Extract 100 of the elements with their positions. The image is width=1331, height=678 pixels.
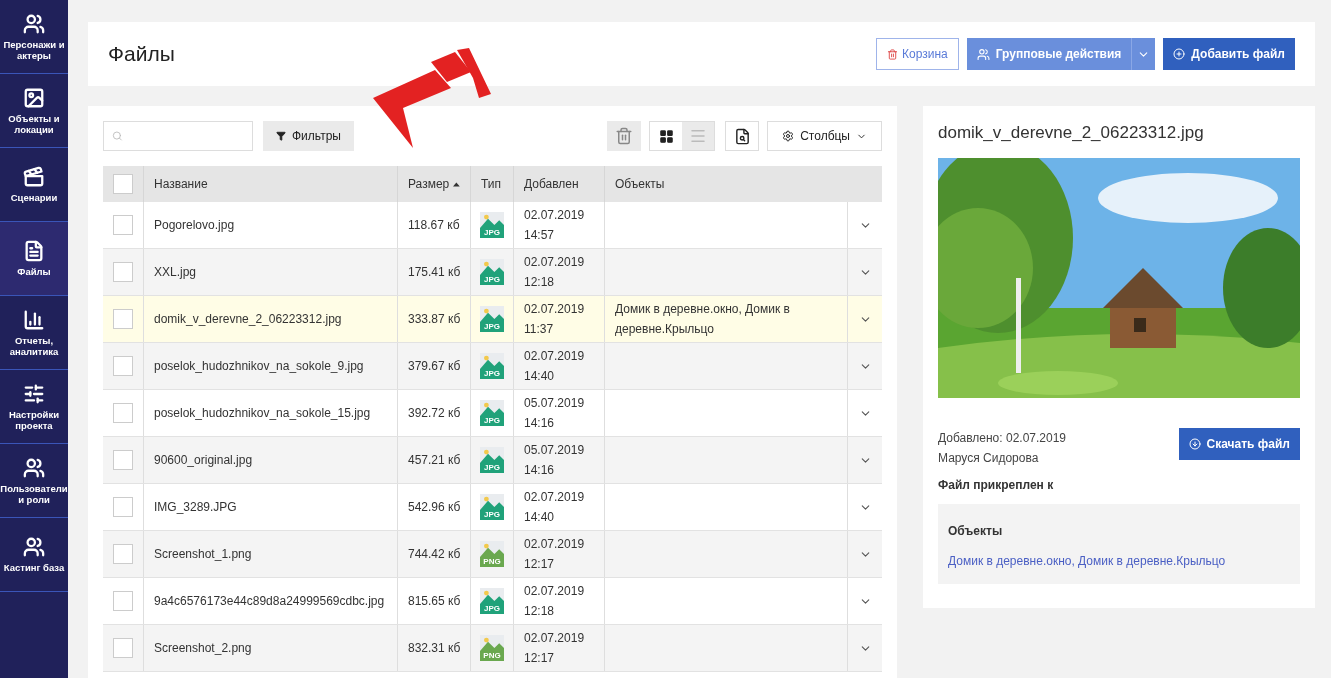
- users-icon: [976, 47, 990, 61]
- table-row[interactable]: Pogorelovo.jpg 118.67 кб JPG 02.07.2019 14:57: [103, 202, 882, 249]
- date-text: 02.07.2019: [524, 583, 586, 600]
- objects-heading: Объекты: [948, 522, 1004, 540]
- time-text: 12:18: [524, 274, 556, 291]
- filter-button[interactable]: Фильтры: [263, 121, 354, 151]
- add-file-button[interactable]: Добавить файл: [1163, 38, 1295, 70]
- sidebar-label: Кастинг база: [3, 562, 65, 573]
- date-text: 02.07.2019: [524, 630, 586, 647]
- image-file-icon: JPG: [480, 400, 504, 426]
- column-header[interactable]: Добавлен: [524, 175, 579, 193]
- file-size: 118.67 кб: [408, 217, 460, 234]
- table-row[interactable]: poselok_hudozhnikov_na_sokole_15.jpg 392.72 кб JPG 05.07.2019 14:16: [103, 390, 882, 437]
- sidebar-label: Объекты и локации: [7, 112, 61, 135]
- author-name: Маруся Сидорова: [938, 449, 1040, 467]
- table-row[interactable]: Screenshot_1.png 744.42 кб PNG 02.07.2019 12:17: [103, 531, 882, 578]
- time-text: 14:40: [524, 368, 556, 385]
- checkbox[interactable]: [113, 356, 133, 376]
- image-icon: [23, 86, 45, 109]
- columns-button[interactable]: Столбцы: [767, 121, 882, 151]
- image-file-icon: JPG: [480, 447, 504, 473]
- checkbox[interactable]: [113, 174, 133, 194]
- time-text: 14:16: [524, 415, 556, 432]
- image-file-icon: PNG: [480, 635, 504, 661]
- search-field[interactable]: [103, 121, 253, 151]
- column-header[interactable]: Размер: [408, 175, 450, 193]
- document-search-icon: [733, 127, 751, 145]
- sidebar-label: Файлы: [17, 266, 51, 277]
- attached-heading: Файл прикреплен к: [938, 476, 1055, 494]
- file-name: XXL.jpg: [154, 264, 197, 281]
- file-name: Screenshot_1.png: [154, 546, 252, 563]
- trash-icon: [887, 48, 898, 60]
- file-size: 832.31 кб: [408, 640, 461, 657]
- sidebar-item[interactable]: Отчеты, аналитика: [0, 296, 68, 370]
- table-row[interactable]: Screenshot_2.png 832.31 кб PNG 02.07.2019 12:17: [103, 625, 882, 672]
- image-file-icon: JPG: [480, 212, 504, 238]
- sidebar-label: Отчеты, аналитика: [8, 334, 60, 357]
- file-size: 542.96 кб: [408, 499, 461, 516]
- file-size: 175.41 кб: [408, 264, 461, 281]
- bar-chart-icon: [23, 308, 45, 331]
- trash-button[interactable]: Корзина: [876, 38, 959, 70]
- time-text: 14:16: [524, 462, 556, 479]
- download-button[interactable]: Скачать файл: [1178, 427, 1300, 460]
- checkbox[interactable]: [113, 544, 133, 564]
- date-text: 02.07.2019: [524, 301, 586, 318]
- column-header[interactable]: Тип: [481, 175, 501, 193]
- file-size: 457.21 кб: [408, 452, 461, 469]
- preview-toggle-button[interactable]: [725, 121, 760, 151]
- checkbox[interactable]: [113, 403, 133, 423]
- file-name: poselok_hudozhnikov_na_sokole_15.jpg: [154, 405, 371, 422]
- file-size: 333.87 кб: [408, 311, 461, 328]
- sidebar-item[interactable]: Настройки проекта: [0, 370, 68, 444]
- file-name: 90600_original.jpg: [154, 452, 253, 469]
- file-size: 392.72 кб: [408, 405, 461, 422]
- column-header[interactable]: Название: [154, 175, 208, 193]
- checkbox[interactable]: [113, 262, 133, 282]
- checkbox[interactable]: [113, 591, 133, 611]
- image-file-icon: PNG: [480, 541, 504, 567]
- document-icon: [23, 240, 45, 262]
- filter-icon: [276, 131, 286, 141]
- checkbox[interactable]: [113, 309, 133, 329]
- file-name: IMG_3289.JPG: [154, 499, 237, 516]
- table-row[interactable]: 90600_original.jpg 457.21 кб JPG 05.07.2019 14:16: [103, 437, 882, 484]
- file-size: 815.65 кб: [408, 593, 461, 610]
- sidebar-item[interactable]: Объекты и локации: [0, 74, 68, 148]
- date-text: 02.07.2019: [524, 489, 586, 506]
- date-text: 02.07.2019: [524, 207, 586, 224]
- table-row[interactable]: domik_v_derevne_2_06223312.jpg 333.87 кб JPG 02.07.2019 11:37 Домик в деревне.окно, Домик в деревне.Крыльцо: [103, 296, 882, 343]
- date-text: 02.07.2019: [524, 536, 586, 553]
- sidebar-item[interactable]: Кастинг база: [0, 518, 68, 592]
- preview-title: domik_v_derevne_2_06223312.jpg: [938, 122, 1205, 144]
- sidebar-item[interactable]: Файлы: [0, 222, 68, 296]
- objects-text: Домик в деревне.окно, Домик в деревне.Крыльцо: [615, 301, 791, 338]
- sidebar-item[interactable]: Персонажи и актеры: [0, 0, 68, 74]
- checkbox[interactable]: [113, 638, 133, 658]
- download-icon: [1188, 437, 1201, 450]
- table-row[interactable]: poselok_hudozhnikov_na_sokole_9.jpg 379.67 кб JPG 02.07.2019 14:40: [103, 343, 882, 390]
- sidebar-item[interactable]: Пользователи и роли: [0, 444, 68, 518]
- table-row[interactable]: 9a4c6576173e44c89d8a24999569cdbc.jpg 815.65 кб JPG 02.07.2019 12:18: [103, 578, 882, 625]
- file-name: poselok_hudozhnikov_na_sokole_9.jpg: [154, 358, 364, 375]
- time-text: 14:57: [524, 227, 556, 244]
- trash-icon: [615, 127, 634, 145]
- date-text: 05.07.2019: [524, 442, 586, 459]
- file-size: 744.42 кб: [408, 546, 461, 563]
- settings-icon: [782, 130, 795, 142]
- objects-link[interactable]: Домик в деревне.окно, Домик в деревне.Крыльцо: [948, 551, 1290, 570]
- delete-button[interactable]: [607, 121, 642, 151]
- time-text: 11:37: [524, 321, 555, 338]
- sidebar-label: Настройки проекта: [7, 408, 61, 431]
- checkbox[interactable]: [113, 497, 133, 517]
- column-header[interactable]: Объекты: [615, 175, 665, 193]
- checkbox[interactable]: [113, 450, 133, 470]
- checkbox[interactable]: [113, 215, 133, 235]
- sidebar-label: Пользователи и роли: [0, 482, 68, 505]
- time-text: 12:17: [524, 556, 556, 573]
- users-icon: [23, 456, 45, 479]
- sliders-icon: [23, 382, 45, 405]
- table-row[interactable]: IMG_3289.JPG 542.96 кб JPG 02.07.2019 14:40: [103, 484, 882, 531]
- file-size: 379.67 кб: [408, 358, 461, 375]
- table-row[interactable]: XXL.jpg 175.41 кб JPG 02.07.2019 12:18: [103, 249, 882, 296]
